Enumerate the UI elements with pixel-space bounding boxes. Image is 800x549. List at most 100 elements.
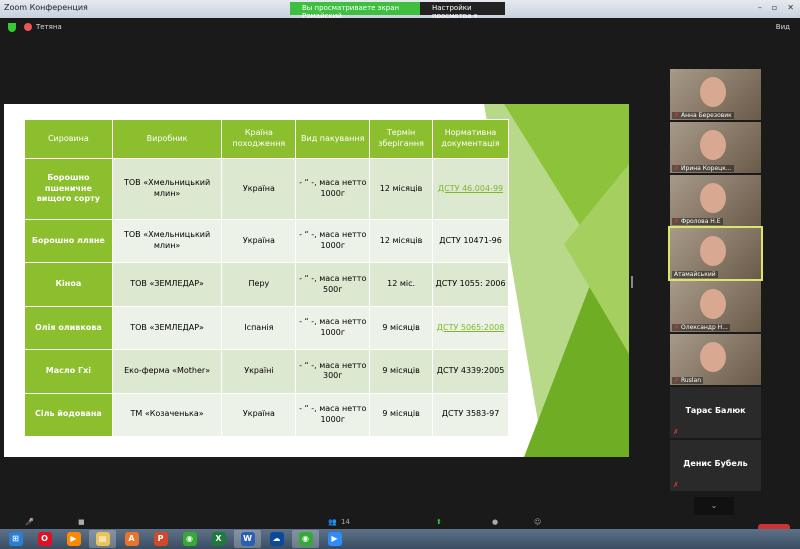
participant-tile[interactable]: ✗ Анна Березовик (670, 69, 761, 120)
table-cell: ДСТУ 3583-97 (432, 392, 509, 438)
muted-mic-icon: ✗ (673, 481, 679, 489)
minimize-button[interactable]: – (758, 3, 762, 12)
participant-name: Анна Березовик (681, 112, 732, 119)
app-icon[interactable]: A (118, 530, 145, 548)
participant-tile[interactable]: ✗ Ruslan (670, 334, 761, 385)
chrome-icon[interactable]: ◉ (176, 530, 203, 548)
participant-name-label: ✗ Фролова Н.Е (672, 218, 723, 225)
participants-icon[interactable]: 👥 (328, 518, 337, 526)
participant-name: Ирина Корецк... (681, 165, 732, 172)
onedrive-icon[interactable]: ☁ (263, 530, 290, 548)
word-icon[interactable]: W (234, 530, 261, 548)
close-button[interactable]: ✕ (787, 3, 794, 12)
powerpoint-icon[interactable]: P (147, 530, 174, 548)
table-cell: - “ -, маса нетто 1000г (295, 157, 371, 221)
column-header: Термін зберігання (369, 119, 434, 159)
table-cell: Кіноа (24, 262, 113, 307)
splitter-handle[interactable] (631, 276, 633, 288)
participant-name: Денис Бубель (683, 459, 748, 468)
view-options-button[interactable]: Настройки просмотра ▾ (420, 2, 505, 20)
table-row: Олія оливкова ТОВ «ЗЕМЛЕДАР» Іспанія - “ -,… (24, 305, 509, 351)
record-icon[interactable]: ● (492, 518, 498, 526)
participants-panel: ✗ Анна Березовик ✗ Ирина Корецк... ✗ Фролова … (668, 69, 763, 493)
column-header: Країна походження (221, 119, 297, 159)
table-cell: - “ -, маса нетто 1000г (295, 392, 371, 438)
participant-tile[interactable]: Денис Бубель ✗ (670, 440, 761, 491)
mute-icon[interactable]: 🎤̸ (25, 518, 34, 526)
host-icon (24, 23, 32, 31)
excel-icon[interactable]: X (205, 530, 232, 548)
table-cell: ТОВ «ЗЕМЛЕДАР» (111, 305, 223, 351)
participant-tile[interactable]: ✗ Ирина Корецк... (670, 122, 761, 173)
muted-mic-icon: ✗ (674, 377, 680, 384)
meeting-header: Тетяна Вид (0, 18, 800, 38)
taskbar: ⊞ O ▶ ▤ A P ◉ X W ☁ ◉ ▶ (0, 529, 800, 549)
windows-start-icon[interactable]: ⊞ (2, 530, 29, 548)
explorer-icon[interactable]: ▤ (89, 530, 116, 548)
table-cell: 12 місяців (369, 157, 434, 221)
table-cell: Еко-ферма «Mother» (111, 349, 223, 394)
opera-icon[interactable]: O (31, 530, 58, 548)
table-cell: Україні (221, 349, 297, 394)
window-titlebar: Zoom Конференция Вы просматриваете экран… (0, 0, 800, 20)
participant-tile[interactable]: Тарас Балюк ✗ (670, 387, 761, 438)
table-cell: ТМ «Козаченька» (111, 392, 223, 438)
table-cell: ТОВ «Хмельницький млин» (111, 219, 223, 264)
standard-link[interactable]: ДСТУ 5065:2008 (437, 323, 505, 332)
media-player-icon[interactable]: ▶ (60, 530, 87, 548)
viewing-screen-label: Вы просматриваете экран Ромайский (290, 2, 420, 20)
participant-tile[interactable]: ✗ Олександр Н... (670, 281, 761, 332)
table-cell: Сіль йодована (24, 392, 113, 438)
table-cell: Масло Гхі (24, 349, 113, 394)
table-row: Борошно пшеничне вищого сорту ТОВ «Хмельн… (24, 157, 509, 221)
participant-name-label: ✗ Анна Березовик (672, 112, 734, 119)
muted-mic-icon: ✗ (674, 112, 680, 119)
table-cell: 9 місяців (369, 349, 434, 394)
table-cell: 12 місяців (369, 219, 434, 264)
standard-link[interactable]: ДСТУ 46.004-99 (438, 184, 503, 193)
muted-mic-icon: ✗ (673, 428, 679, 436)
view-button[interactable]: Вид (776, 23, 790, 31)
table-cell: - “ -, маса нетто 1000г (295, 305, 371, 351)
table-cell: 9 місяців (369, 392, 434, 438)
participant-name: Олександр Н... (681, 324, 728, 331)
table-row: Кіноа ТОВ «ЗЕМЛЕДАР» Перу - “ -, маса нетто… (24, 262, 509, 307)
table-row: Масло Гхі Еко-ферма «Mother» Україні - “ -,… (24, 349, 509, 394)
shared-slide: Сировина Виробник Країна походження Вид пак… (4, 104, 629, 457)
table-cell: ДСТУ 10471-96 (432, 219, 509, 264)
scroll-down-button[interactable]: ⌄ (694, 497, 734, 515)
participant-name-label: ✗ Олександр Н... (672, 324, 730, 331)
maximize-button[interactable]: ▫ (772, 3, 777, 12)
table-cell: ДСТУ 4339:2005 (432, 349, 509, 394)
table-cell: Перу (221, 262, 297, 307)
shield-icon[interactable] (8, 23, 16, 32)
host-name: Тетяна (36, 23, 62, 31)
table-cell: ТОВ «Хмельницький млин» (111, 157, 223, 221)
table-cell: Олія оливкова (24, 305, 113, 351)
column-header: Сировина (24, 119, 113, 159)
participant-video (700, 130, 726, 160)
participant-video (700, 183, 726, 213)
participant-name: Ruslan (681, 377, 702, 384)
table-cell: 12 міс. (369, 262, 434, 307)
table-cell: - “ -, маса нетто 1000г (295, 219, 371, 264)
zoom-icon[interactable]: ▶ (321, 530, 348, 548)
table-cell: ДСТУ 1055: 2006 (432, 262, 509, 307)
table-cell: Україна (221, 219, 297, 264)
participant-name: Атамайський (674, 271, 716, 278)
muted-mic-icon: ✗ (674, 218, 680, 225)
column-header: Нормативна документація (432, 119, 509, 159)
participant-video (700, 236, 726, 266)
share-screen-icon[interactable]: ⬆ (436, 518, 442, 526)
participant-tile[interactable]: Атамайський (668, 226, 763, 281)
ingredients-table: Сировина Виробник Країна походження Вид пак… (24, 119, 509, 438)
participant-video (700, 342, 726, 372)
reactions-icon[interactable]: ☺ (534, 518, 541, 526)
muted-mic-icon: ✗ (674, 165, 680, 172)
table-cell: ДСТУ 46.004-99 (432, 157, 509, 221)
video-icon[interactable]: ■ (78, 518, 85, 526)
participant-tile[interactable]: ✗ Фролова Н.Е (670, 175, 761, 226)
participant-video (700, 77, 726, 107)
table-cell: Борошно лляне (24, 219, 113, 264)
chrome-icon[interactable]: ◉ (292, 530, 319, 548)
